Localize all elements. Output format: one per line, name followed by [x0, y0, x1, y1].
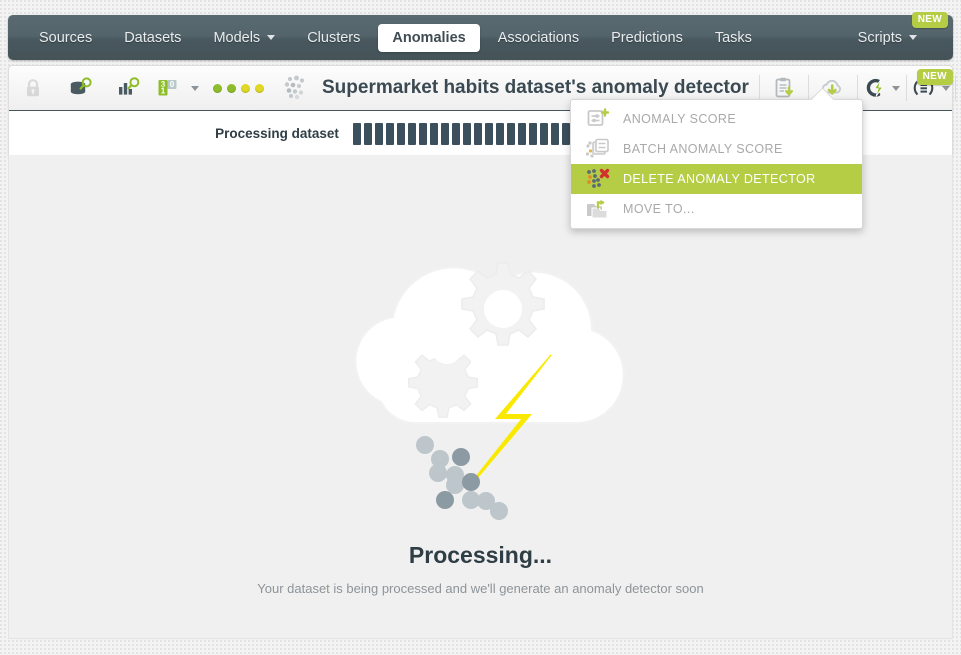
progress-segment — [374, 122, 383, 145]
nav-item-sources[interactable]: Sources — [25, 24, 106, 52]
nav-item-label: Datasets — [124, 29, 182, 46]
progress-segment — [451, 122, 460, 145]
nav-item-label: Scripts — [857, 29, 902, 46]
processing-headline: Processing... — [408, 542, 553, 568]
menu-item-batch-anomaly-score[interactable]: BATCH ANOMALY SCORE — [571, 134, 862, 164]
processing-illustration — [321, 217, 641, 532]
nav-item-associations[interactable]: Associations — [484, 24, 593, 52]
nav-item-tasks[interactable]: Tasks — [701, 24, 766, 52]
progress-segment — [473, 122, 482, 145]
menu-item-move-to-folder[interactable]: MOVE TO... — [571, 194, 862, 224]
progress-segment — [561, 122, 570, 145]
progress-segment — [407, 122, 416, 145]
progress-segment — [440, 122, 449, 145]
progress-segment — [418, 122, 427, 145]
nav-right-group: Scripts NEW — [842, 11, 953, 52]
progress-segment — [429, 122, 438, 145]
anomaly-scatter-icon — [284, 75, 305, 100]
progress-segment — [539, 122, 548, 145]
clipboard-download-icon — [775, 77, 793, 98]
chevron-down-icon — [190, 85, 199, 91]
nav-item-label: Tasks — [714, 29, 752, 46]
processing-subline: Your dataset is being processed and we'l… — [257, 581, 704, 596]
status-dot-1 — [213, 83, 222, 93]
nav-item-predictions[interactable]: Predictions — [597, 24, 697, 52]
progress-segment — [396, 122, 405, 145]
progress-segment — [495, 122, 504, 145]
dataset-search-icon — [70, 77, 92, 95]
delete-anomaly-icon — [583, 166, 613, 192]
nav-item-datasets[interactable]: Datasets — [110, 24, 195, 52]
chevron-down-icon — [892, 85, 901, 91]
nav-item-label: Models — [213, 29, 261, 46]
progress-segment — [462, 122, 471, 145]
menu-list: ANOMALY SCORE BATCH ANOMALY SCORE DELETE A… — [571, 104, 862, 224]
chevron-down-icon — [942, 85, 951, 91]
actions-lightning-icon — [867, 78, 884, 97]
chevron-down-icon — [267, 35, 276, 40]
page-title: Supermarket habits dataset's anomaly det… — [322, 77, 749, 98]
model-search-button[interactable] — [105, 66, 153, 110]
sample-size-button[interactable]: 3 0 1 — [153, 66, 201, 110]
nav-item-label: Predictions — [611, 29, 683, 46]
cloud-gears-lightning-icon — [353, 262, 625, 520]
progress-label: Processing dataset — [215, 126, 339, 141]
actions-menu-button[interactable] — [858, 66, 906, 110]
svg-text:1: 1 — [160, 87, 165, 96]
status-dot-4 — [255, 83, 264, 93]
menu-item-label: BATCH ANOMALY SCORE — [623, 142, 783, 156]
progress-segment — [528, 122, 537, 145]
menu-item-label: DELETE ANOMALY DETECTOR — [623, 172, 816, 186]
actions-dropdown-menu: ANOMALY SCORE BATCH ANOMALY SCORE DELETE A… — [570, 87, 863, 229]
scripts-new-badge: NEW — [911, 11, 948, 28]
chart-search-icon — [119, 77, 140, 95]
status-dot-3 — [241, 83, 250, 93]
progress-segment — [363, 122, 372, 145]
progress-segment — [352, 122, 361, 145]
progress-segment — [484, 122, 493, 145]
nav-item-label: Sources — [39, 29, 93, 46]
lock-icon — [27, 79, 39, 97]
progress-segment — [385, 122, 394, 145]
privacy-lock-button[interactable] — [9, 66, 57, 110]
nav-item-models[interactable]: Models — [199, 24, 289, 52]
menu-item-delete-anomaly[interactable]: DELETE ANOMALY DETECTOR — [571, 164, 862, 194]
list-view-button[interactable]: NEW — [907, 66, 955, 110]
nav-left-group: Sources Datasets Models Clusters Anomalies As… — [8, 23, 768, 52]
nav-item-label: Clusters — [307, 29, 361, 46]
status-dot-2 — [227, 83, 236, 93]
move-to-folder-icon — [583, 196, 613, 222]
svg-text:0: 0 — [169, 80, 174, 89]
anomaly-score-icon — [583, 106, 613, 132]
nav-item-label: Associations — [497, 29, 580, 46]
menu-item-label: MOVE TO... — [623, 202, 695, 216]
progress-segment — [517, 122, 526, 145]
menu-item-label: ANOMALY SCORE — [623, 112, 737, 126]
list-view-new-badge: NEW — [916, 69, 953, 85]
dataset-search-button[interactable] — [57, 66, 105, 110]
anomaly-type-icon-button — [276, 66, 316, 110]
menu-item-anomaly-score[interactable]: ANOMALY SCORE — [571, 104, 862, 134]
top-navigation-bar: Sources Datasets Models Clusters Anomalies As… — [8, 11, 953, 60]
nav-item-anomalies[interactable]: Anomalies — [378, 23, 480, 52]
sample-size-icon: 3 0 1 — [158, 80, 176, 96]
nav-item-label: Anomalies — [392, 29, 466, 46]
info-button[interactable] — [956, 66, 961, 110]
nav-item-scripts[interactable]: Scripts — [844, 24, 931, 52]
chevron-down-icon — [909, 35, 917, 40]
progress-segment — [550, 122, 559, 145]
batch-anomaly-score-icon — [583, 136, 613, 162]
progress-segment — [506, 122, 515, 145]
nav-item-clusters[interactable]: Clusters — [293, 24, 374, 52]
status-dots — [201, 83, 276, 93]
